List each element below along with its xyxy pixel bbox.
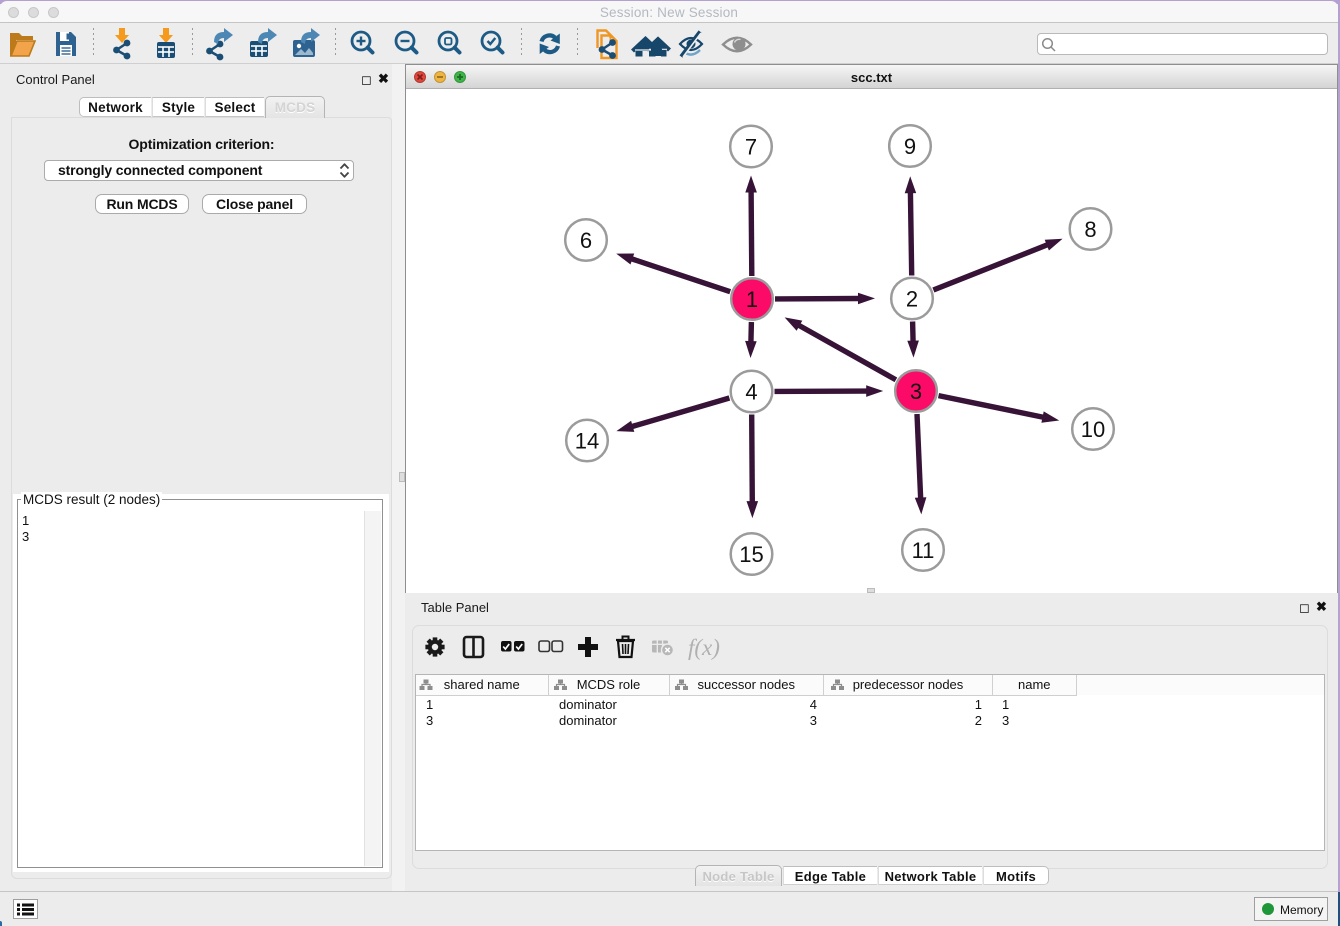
svg-text:2: 2 xyxy=(906,287,918,312)
svg-text:14: 14 xyxy=(575,429,599,454)
svg-text:10: 10 xyxy=(1081,417,1105,442)
svg-text:8: 8 xyxy=(1084,217,1096,242)
svg-text:f(x): f(x) xyxy=(688,635,720,660)
svg-text:6: 6 xyxy=(580,228,592,253)
svg-text:11: 11 xyxy=(912,538,935,563)
svg-text:4: 4 xyxy=(745,380,757,405)
svg-text:1: 1 xyxy=(746,287,758,312)
svg-text:9: 9 xyxy=(904,134,916,159)
svg-text:7: 7 xyxy=(745,135,757,160)
svg-text:15: 15 xyxy=(739,542,763,567)
svg-text:3: 3 xyxy=(910,379,922,404)
